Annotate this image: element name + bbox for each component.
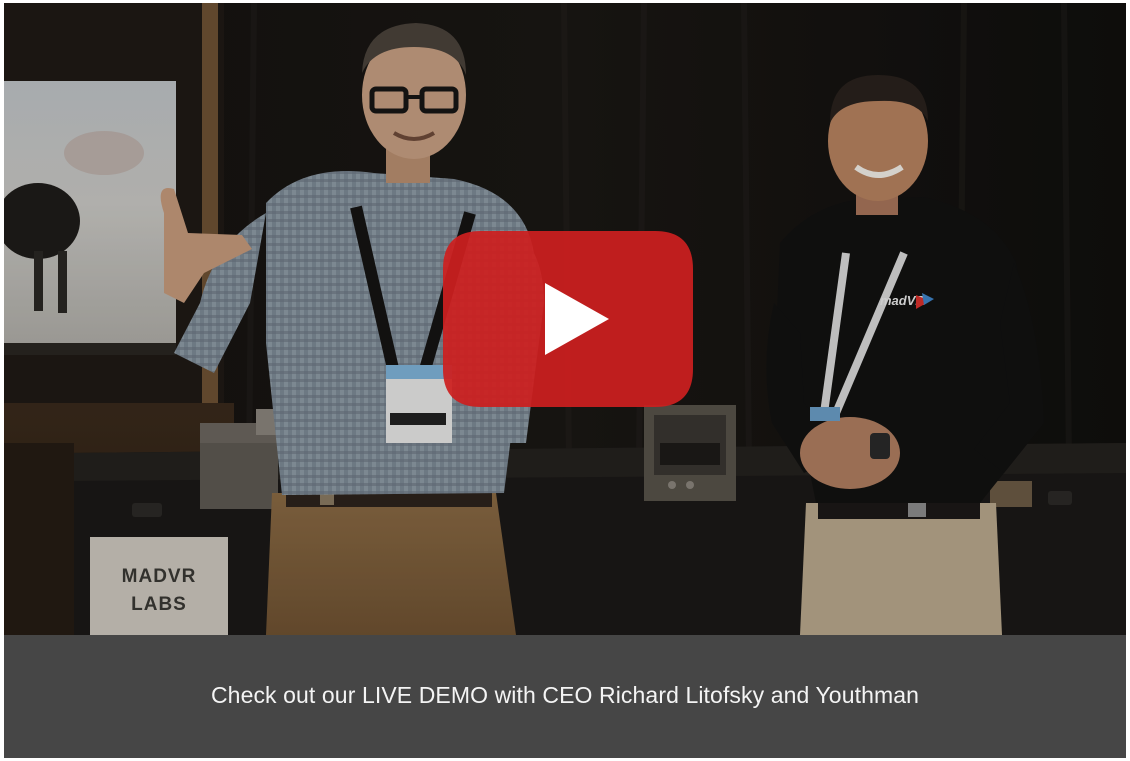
video-card: MADVR LABS madVR Check out our LIVE DEMO… bbox=[4, 3, 1126, 758]
video-thumbnail[interactable]: MADVR LABS madVR bbox=[4, 3, 1126, 635]
caption-bar: Check out our LIVE DEMO with CEO Richard… bbox=[4, 635, 1126, 758]
video-caption-link[interactable]: Check out our LIVE DEMO with CEO Richard… bbox=[211, 682, 919, 709]
play-button[interactable] bbox=[441, 229, 695, 409]
